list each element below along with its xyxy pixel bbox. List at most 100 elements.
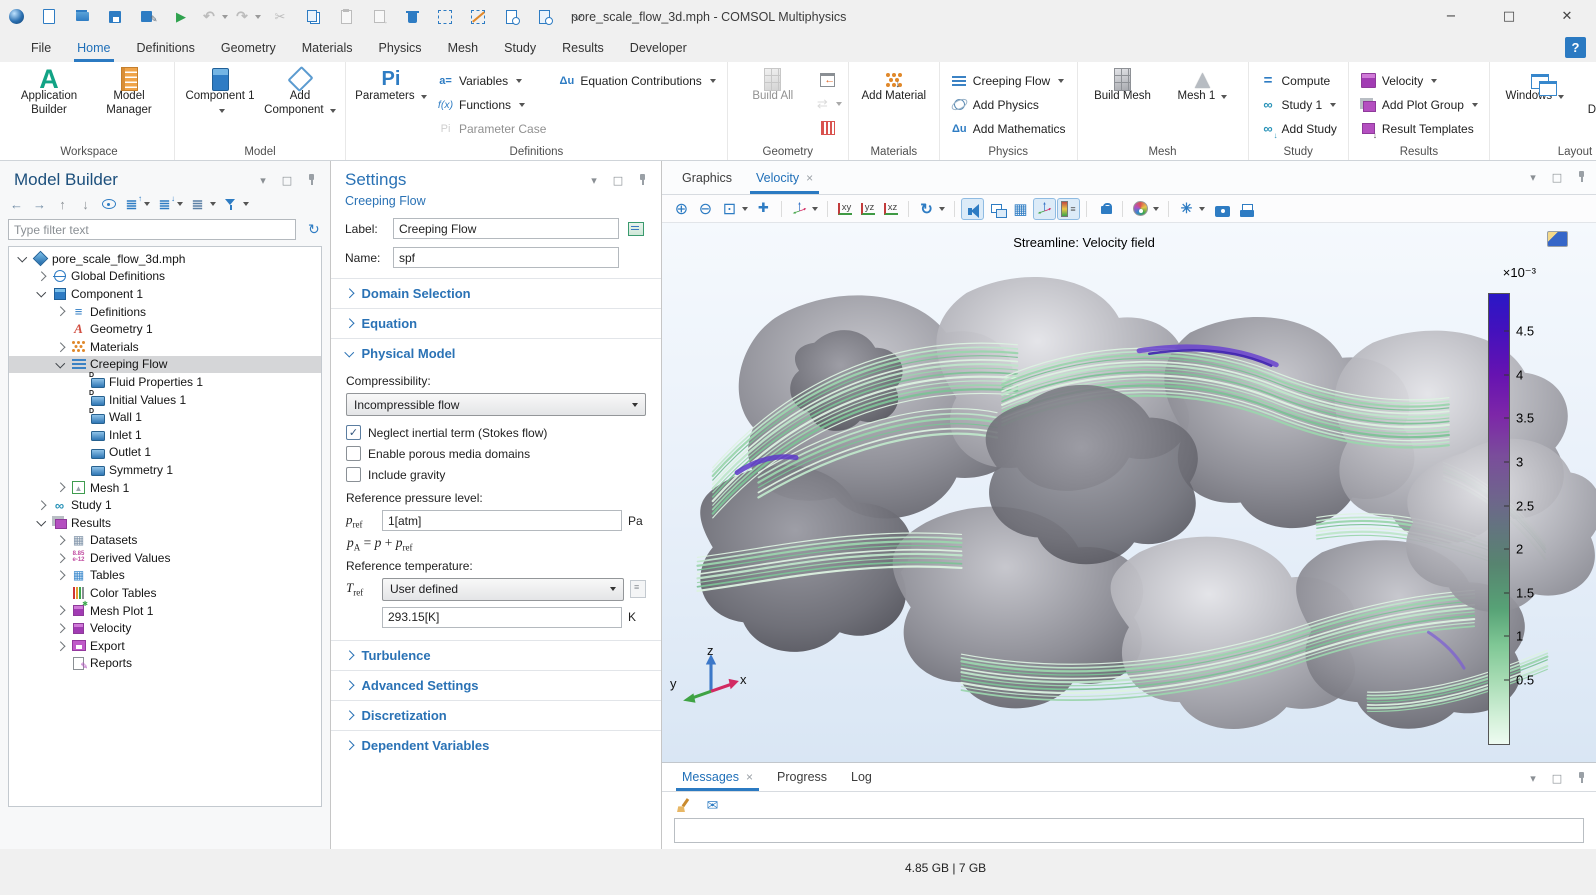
parameters-button[interactable]: Parameters — [353, 67, 429, 108]
tree-item-geometry-1[interactable]: Geometry 1 — [9, 320, 321, 338]
build-mesh-button[interactable]: Build Mesh — [1085, 67, 1161, 108]
move-down-button[interactable] — [75, 194, 96, 214]
tree-toggle[interactable] — [34, 502, 48, 509]
add-material-button[interactable]: Add Material — [856, 67, 932, 108]
tree-toggle[interactable] — [34, 273, 48, 280]
go-back-button[interactable] — [6, 194, 27, 214]
tree-item-velocity[interactable]: Velocity — [9, 619, 321, 637]
tree-item-global-definitions[interactable]: Global Definitions — [9, 268, 321, 286]
filter-button[interactable] — [220, 194, 251, 214]
compressibility-select[interactable]: Incompressible flow — [346, 393, 646, 416]
maximize-button[interactable]: □ — [1480, 0, 1538, 33]
menu-tab-physics[interactable]: Physics — [365, 33, 434, 62]
clear-selection-button[interactable] — [463, 4, 493, 30]
rename-label-button[interactable] — [625, 219, 647, 239]
close-button[interactable]: ✕ — [1538, 0, 1596, 33]
section-domain-selection[interactable]: Domain Selection — [331, 278, 661, 308]
messages-output[interactable] — [674, 818, 1584, 843]
tree-item-component-1[interactable]: Component 1 — [9, 285, 321, 303]
add-physics-button[interactable]: Add Physics — [947, 93, 1070, 116]
component-1-button[interactable]: Component 1 — [182, 67, 258, 122]
reset-desktop-button[interactable]: Reset Desktop — [1577, 67, 1596, 122]
menu-tab-home[interactable]: Home — [64, 33, 123, 62]
application-builder-button[interactable]: Application Builder — [11, 67, 87, 122]
section-turbulence[interactable]: Turbulence — [331, 640, 661, 670]
panel-float-icon[interactable]: □ — [280, 173, 294, 187]
graphics-tab-graphics[interactable]: Graphics — [676, 161, 738, 194]
cut-button[interactable] — [265, 4, 295, 30]
menu-tab-mesh[interactable]: Mesh — [435, 33, 492, 62]
messages-tab-log[interactable]: Log — [845, 763, 878, 791]
color-theme-button[interactable] — [1129, 198, 1162, 220]
compute-button[interactable]: Compute — [1256, 69, 1341, 92]
messages-tab-progress[interactable]: Progress — [771, 763, 833, 791]
tree-item-export[interactable]: Export — [9, 637, 321, 655]
clear-button[interactable] — [672, 794, 695, 816]
result-templates-button[interactable]: Result Templates — [1356, 117, 1482, 140]
snapshot-button[interactable] — [1209, 198, 1232, 220]
close-tab-icon[interactable]: × — [806, 171, 813, 185]
tree-item-reports[interactable]: Reports — [9, 655, 321, 673]
add-study-button[interactable]: Add Study — [1256, 117, 1341, 140]
virtual-operations-button[interactable] — [815, 117, 841, 139]
panel-menu-chevron-icon[interactable]: ▾ — [587, 173, 601, 187]
tree-item-derived-values[interactable]: Derived Values — [9, 549, 321, 567]
tree-toggle[interactable] — [53, 555, 67, 562]
select-box-button[interactable] — [430, 4, 460, 30]
save-button[interactable] — [100, 4, 130, 30]
tree-toggle[interactable] — [53, 625, 67, 632]
model-manager-button[interactable]: Model Manager — [91, 67, 167, 122]
show-color-legend-button[interactable] — [1057, 198, 1080, 220]
menu-tab-geometry[interactable]: Geometry — [208, 33, 289, 62]
study-1-button[interactable]: Study 1 — [1256, 93, 1341, 116]
tree-item-mesh-plot-1[interactable]: Mesh Plot 1 — [9, 602, 321, 620]
menu-tab-developer[interactable]: Developer — [617, 33, 700, 62]
run-button[interactable] — [166, 4, 196, 30]
tree-item-study-1[interactable]: Study 1 — [9, 496, 321, 514]
tree-item-pore-scale-flow-3d-mph[interactable]: pore_scale_flow_3d.mph — [9, 250, 321, 268]
zoom-out-button[interactable] — [694, 198, 717, 220]
parameter-case-button[interactable]: Parameter Case — [433, 117, 550, 140]
section-discretization[interactable]: Discretization — [331, 700, 661, 730]
tree-item-color-tables[interactable]: Color Tables — [9, 584, 321, 602]
section-physical-model[interactable]: Physical Model — [331, 338, 661, 368]
tree-item-results[interactable]: Results — [9, 514, 321, 532]
equation-contributions-button[interactable]: Equation Contributions — [554, 69, 719, 92]
rotate-button[interactable] — [915, 198, 948, 220]
reference-temperature-select[interactable]: User defined — [382, 578, 624, 601]
view-lock-button[interactable] — [1093, 198, 1116, 220]
show-button[interactable] — [98, 194, 119, 214]
close-tab-icon[interactable]: × — [746, 770, 753, 784]
go-to-default-view-button[interactable] — [788, 198, 821, 220]
tree-item-inlet-1[interactable]: Inlet 1 — [9, 426, 321, 444]
open-button[interactable] — [67, 4, 97, 30]
update-button[interactable] — [815, 93, 841, 115]
menu-tab-materials[interactable]: Materials — [289, 33, 366, 62]
panel-menu-chevron-icon[interactable]: ▾ — [1526, 170, 1540, 184]
save-as-button[interactable] — [133, 4, 163, 30]
view-yz-button[interactable]: yz — [857, 198, 879, 220]
mesh-1-button[interactable]: Mesh 1 — [1165, 67, 1241, 108]
import-button[interactable] — [815, 69, 841, 91]
add-component-button[interactable]: Add Component — [262, 67, 338, 122]
section-dependent-variables[interactable]: Dependent Variables — [331, 730, 661, 760]
tree-filter-input[interactable] — [8, 219, 296, 240]
show-grid-button[interactable] — [1009, 198, 1032, 220]
tree-toggle[interactable] — [53, 484, 67, 491]
build-all-button[interactable]: Build All — [735, 67, 811, 108]
tree-toggle[interactable] — [53, 607, 67, 614]
tree-item-symmetry-1[interactable]: Symmetry 1 — [9, 461, 321, 479]
panel-pin-icon[interactable] — [635, 173, 649, 187]
variables-button[interactable]: Variables — [433, 69, 550, 92]
panel-pin-icon[interactable] — [304, 173, 318, 187]
tree-item-wall-1[interactable]: Wall 1 — [9, 408, 321, 426]
panel-pin-icon[interactable] — [1574, 771, 1588, 785]
collapse-tree-button[interactable] — [121, 194, 152, 214]
view-xz-button[interactable]: xz — [880, 198, 902, 220]
redo-button[interactable] — [232, 4, 262, 30]
zoom-extents-button[interactable] — [752, 198, 775, 220]
section-advanced-settings[interactable]: Advanced Settings — [331, 670, 661, 700]
move-up-button[interactable] — [52, 194, 73, 214]
menu-tab-file[interactable]: File — [18, 33, 64, 62]
messages-tab-messages[interactable]: Messages× — [676, 763, 759, 791]
